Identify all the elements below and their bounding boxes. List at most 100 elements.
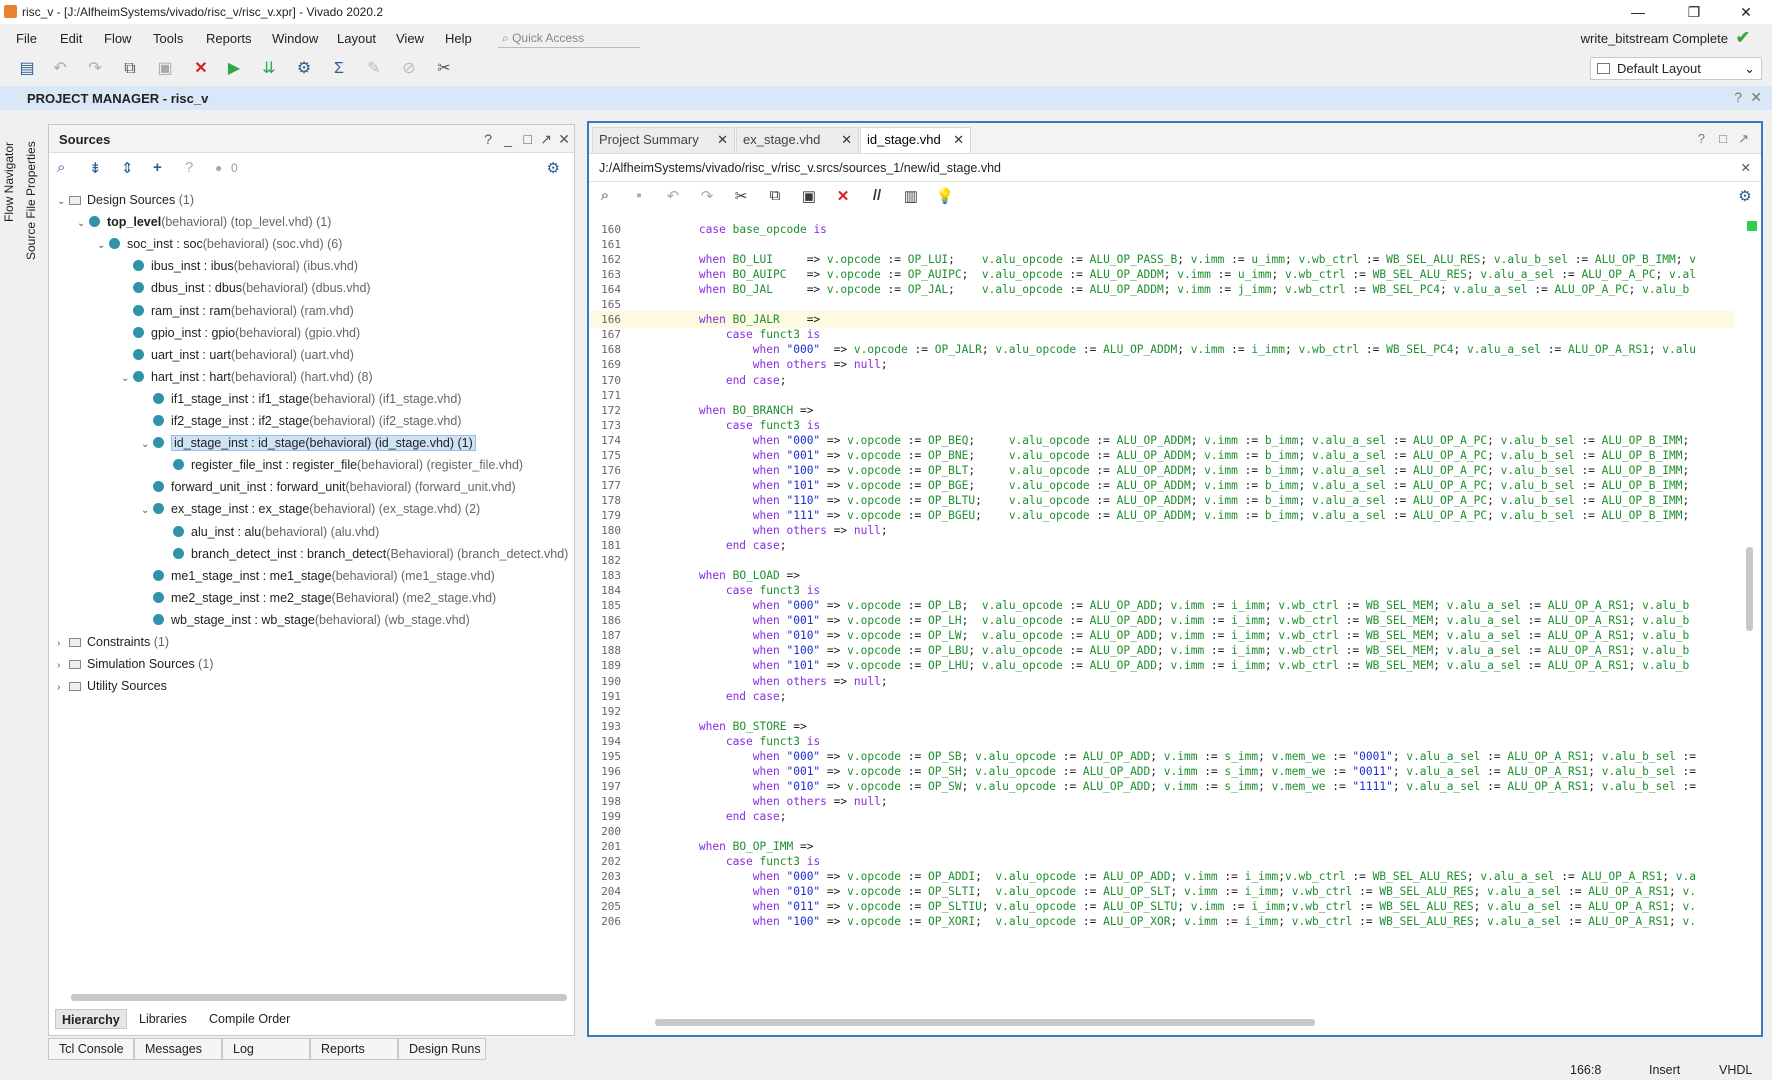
tab-hierarchy[interactable]: Hierarchy <box>55 1009 127 1029</box>
chevron-down-icon[interactable]: ⌄ <box>141 500 153 522</box>
code-line[interactable]: 206 when "100" => v.opcode := OP_XORI; v… <box>589 913 1734 930</box>
search-icon[interactable]: ⌕ <box>57 159 65 176</box>
menu-tools[interactable]: Tools <box>153 31 183 46</box>
vertical-scrollbar[interactable] <box>1743 221 1755 1009</box>
tree-item[interactable]: › Utility Sources <box>57 675 167 697</box>
restore-button[interactable]: ❐ <box>1672 2 1716 22</box>
tab-reports[interactable]: Reports <box>310 1038 398 1060</box>
tab-id-stage[interactable]: id_stage.vhd ✕ <box>860 127 971 153</box>
layout-select[interactable]: Default Layout ⌄ <box>1590 57 1762 80</box>
disabled-tool-icon-2[interactable]: ⊘ <box>399 59 419 79</box>
maximize-icon[interactable]: □ <box>524 131 532 147</box>
close-tab-icon[interactable]: ✕ <box>841 128 852 152</box>
tree-item[interactable]: ⌄ ex_stage_inst : ex_stage(behavioral) (e… <box>141 498 480 520</box>
tree-item[interactable]: › Constraints (1) <box>57 631 169 653</box>
customize-icon[interactable]: ✂ <box>434 59 454 79</box>
chevron-right-icon[interactable]: › <box>57 655 69 677</box>
tree-item[interactable]: me1_stage_inst : me1_stage(behavioral) (… <box>141 565 495 587</box>
settings-icon[interactable]: ⚙ <box>294 59 314 79</box>
delete-icon[interactable]: ✕ <box>833 187 853 205</box>
maximize-icon[interactable]: □ <box>1719 131 1727 146</box>
gear-icon[interactable]: ⚙ <box>1735 187 1755 205</box>
close-icon[interactable]: ✕ <box>1750 89 1762 106</box>
menu-file[interactable]: File <box>16 31 37 46</box>
source-file-properties-tab[interactable]: Source File Properties <box>24 141 38 260</box>
gear-icon[interactable]: ⚙ <box>547 159 560 177</box>
menu-edit[interactable]: Edit <box>60 31 82 46</box>
scrollbar-thumb[interactable] <box>71 994 567 1001</box>
tree-item[interactable]: ⌄ hart_inst : hart(behavioral) (hart.vhd)… <box>121 366 373 388</box>
tab-tcl-console[interactable]: Tcl Console <box>48 1038 134 1060</box>
expand-all-icon[interactable]: ⇕ <box>121 159 134 177</box>
close-tab-icon[interactable]: ✕ <box>717 128 728 152</box>
save-icon[interactable]: ▪ <box>629 187 649 204</box>
close-window-button[interactable]: ✕ <box>1724 2 1768 22</box>
tree-item[interactable]: uart_inst : uart(behavioral) (uart.vhd) <box>121 344 354 366</box>
redo-icon[interactable]: ↷ <box>85 59 105 79</box>
tree-item[interactable]: gpio_inst : gpio(behavioral) (gpio.vhd) <box>121 322 360 344</box>
delete-icon[interactable]: ✕ <box>191 59 211 79</box>
chevron-down-icon[interactable]: ⌄ <box>97 235 109 257</box>
program-device-icon[interactable]: ⇊ <box>259 59 279 79</box>
flow-navigator-tab[interactable]: Flow Navigator <box>2 142 16 222</box>
tree-item[interactable]: forward_unit_inst : forward_unit(behavio… <box>141 476 516 498</box>
tab-libraries[interactable]: Libraries <box>139 1009 187 1029</box>
tab-project-summary[interactable]: Project Summary ✕ <box>592 127 735 153</box>
menu-layout[interactable]: Layout <box>337 31 376 46</box>
tree-item[interactable]: › Simulation Sources (1) <box>57 653 213 675</box>
scrollbar-thumb[interactable] <box>1746 547 1753 631</box>
search-icon[interactable]: ⌕ <box>595 187 615 204</box>
tree-item[interactable]: ram_inst : ram(behavioral) (ram.vhd) <box>121 300 354 322</box>
horizontal-scrollbar[interactable] <box>59 991 579 1003</box>
help-icon[interactable]: ? <box>1698 131 1705 146</box>
undo-icon[interactable]: ↶ <box>663 187 683 205</box>
collapse-all-icon[interactable]: ⇟ <box>89 159 102 177</box>
cut-icon[interactable]: ✂ <box>731 187 751 205</box>
menu-reports[interactable]: Reports <box>206 31 252 46</box>
tree-item[interactable]: me2_stage_inst : me2_stage(Behavioral) (… <box>141 587 496 609</box>
paste-icon[interactable]: ▣ <box>799 187 819 205</box>
tab-messages[interactable]: Messages <box>134 1038 222 1060</box>
unknown-icon[interactable]: ? <box>185 159 193 176</box>
run-icon[interactable]: ▶ <box>224 59 244 79</box>
lightbulb-icon[interactable]: 💡 <box>935 187 955 205</box>
chevron-down-icon[interactable]: ⌄ <box>57 191 69 213</box>
comment-icon[interactable]: // <box>867 187 887 204</box>
tree-item[interactable]: ⌄ id_stage_inst : id_stage(behavioral) (i… <box>141 432 476 454</box>
chevron-down-icon[interactable]: ⌄ <box>141 434 153 456</box>
menu-help[interactable]: Help <box>445 31 472 46</box>
chevron-down-icon[interactable]: ⌄ <box>121 368 133 390</box>
tab-design-runs[interactable]: Design Runs <box>398 1038 486 1060</box>
copy-icon[interactable]: ⧉ <box>765 187 785 204</box>
chevron-right-icon[interactable]: › <box>57 677 69 699</box>
tree-item[interactable]: wb_stage_inst : wb_stage(behavioral) (wb… <box>141 609 470 631</box>
add-sources-icon[interactable]: + <box>153 159 162 176</box>
menu-flow[interactable]: Flow <box>104 31 131 46</box>
undo-icon[interactable]: ↶ <box>50 59 70 79</box>
disabled-tool-icon[interactable]: ✎ <box>364 59 384 79</box>
sigma-icon[interactable]: Σ <box>329 59 349 79</box>
horizontal-scrollbar[interactable] <box>645 1016 1725 1028</box>
tree-item[interactable]: if1_stage_inst : if1_stage(behavioral) (… <box>141 388 461 410</box>
float-icon[interactable]: ↗ <box>540 131 552 148</box>
paste-icon[interactable]: ▣ <box>155 59 175 79</box>
tree-item[interactable]: ⌄ top_level(behavioral) (top_level.vhd) (… <box>77 211 331 233</box>
help-icon[interactable]: ? <box>1734 89 1742 105</box>
tab-compile-order[interactable]: Compile Order <box>209 1009 290 1029</box>
tree-item[interactable]: register_file_inst : register_file(behav… <box>161 454 523 476</box>
tree-item[interactable]: alu_inst : alu(behavioral) (alu.vhd) <box>161 521 379 543</box>
tree-item[interactable]: dbus_inst : dbus(behavioral) (dbus.vhd) <box>121 277 371 299</box>
tree-item[interactable]: ibus_inst : ibus(behavioral) (ibus.vhd) <box>121 255 358 277</box>
menu-window[interactable]: Window <box>272 31 318 46</box>
scrollbar-thumb[interactable] <box>655 1019 1315 1026</box>
minimize-button[interactable]: — <box>1616 2 1660 22</box>
chevron-down-icon[interactable]: ⌄ <box>77 213 89 235</box>
help-icon[interactable]: ? <box>484 131 492 147</box>
tree-item[interactable]: ⌄ soc_inst : soc(behavioral) (soc.vhd) (6… <box>97 233 342 255</box>
redo-icon[interactable]: ↷ <box>697 187 717 205</box>
minimize-icon[interactable]: _ <box>504 131 512 147</box>
float-icon[interactable]: ↗ <box>1738 131 1749 147</box>
tree-item[interactable]: ⌄ Design Sources (1) <box>57 189 194 211</box>
tab-log[interactable]: Log <box>222 1038 310 1060</box>
chevron-right-icon[interactable]: › <box>57 633 69 655</box>
